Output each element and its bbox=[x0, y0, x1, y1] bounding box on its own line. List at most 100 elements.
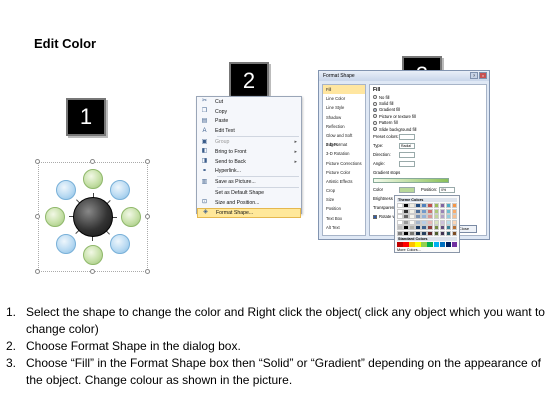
more-colors-link[interactable]: More Colors... bbox=[397, 248, 457, 252]
color-swatch[interactable] bbox=[421, 203, 427, 208]
blue-circle[interactable] bbox=[109, 233, 130, 254]
color-swatch[interactable] bbox=[397, 225, 403, 231]
color-swatch[interactable] bbox=[409, 214, 415, 220]
radio-button[interactable] bbox=[373, 101, 377, 106]
color-swatch[interactable] bbox=[427, 230, 433, 236]
menu-item-size-position[interactable]: ⊡ Size and Position... bbox=[197, 198, 301, 208]
nav-item-reflection[interactable]: Reflection bbox=[323, 122, 365, 131]
color-swatch[interactable] bbox=[451, 208, 458, 214]
color-swatch[interactable] bbox=[415, 225, 421, 231]
menu-item-send-back[interactable]: ◨ Send to Back ▸ bbox=[197, 157, 301, 167]
nav-item-fill[interactable]: Fill bbox=[323, 85, 365, 95]
color-swatch[interactable] bbox=[409, 219, 415, 225]
standard-color-swatch[interactable] bbox=[439, 241, 446, 247]
menu-item-paste[interactable]: ▤ Paste bbox=[197, 117, 301, 127]
color-swatch[interactable] bbox=[439, 230, 446, 236]
menu-item-hyperlink[interactable]: ⚭ Hyperlink... bbox=[197, 167, 301, 177]
nav-item-artistic-effects[interactable]: Artistic Effects bbox=[323, 177, 365, 186]
green-circle[interactable] bbox=[83, 169, 103, 189]
color-swatch[interactable] bbox=[451, 219, 458, 225]
menu-item-edit-text[interactable]: A Edit Text bbox=[197, 126, 301, 136]
nav-item-glow-and-soft-edges[interactable]: Glow and Soft Edges bbox=[323, 131, 365, 147]
nav-item-3-d-rotation[interactable]: 3-D Rotation bbox=[323, 149, 365, 158]
color-swatch[interactable] bbox=[427, 208, 433, 214]
resize-handle[interactable] bbox=[35, 269, 40, 274]
color-swatch[interactable] bbox=[421, 230, 427, 236]
color-swatch[interactable] bbox=[433, 225, 440, 231]
setting-dropdown[interactable] bbox=[399, 133, 415, 140]
color-swatch[interactable] bbox=[421, 214, 427, 220]
color-swatch[interactable] bbox=[397, 203, 403, 208]
color-swatch[interactable] bbox=[427, 219, 433, 225]
standard-color-swatch[interactable] bbox=[427, 241, 433, 247]
menu-item-default-shape[interactable]: Set as Default Shape bbox=[197, 188, 301, 198]
color-swatch[interactable] bbox=[433, 203, 440, 208]
color-swatch[interactable] bbox=[439, 214, 446, 220]
resize-handle[interactable] bbox=[145, 214, 150, 219]
color-swatch[interactable] bbox=[433, 219, 440, 225]
color-swatch[interactable] bbox=[397, 208, 403, 214]
radio-button[interactable] bbox=[373, 114, 377, 119]
circle-diagram[interactable] bbox=[35, 159, 150, 274]
color-swatch[interactable] bbox=[451, 230, 458, 236]
color-swatch[interactable] bbox=[445, 208, 452, 214]
nav-item-alt-text[interactable]: Alt Text bbox=[323, 223, 365, 232]
standard-color-swatch[interactable] bbox=[421, 241, 427, 247]
setting-dropdown[interactable] bbox=[399, 160, 415, 167]
color-swatch[interactable] bbox=[415, 208, 421, 214]
color-swatch[interactable] bbox=[409, 230, 415, 236]
color-swatch[interactable] bbox=[403, 230, 409, 236]
nav-item-shadow[interactable]: Shadow bbox=[323, 113, 365, 122]
green-circle[interactable] bbox=[121, 207, 141, 227]
color-swatch[interactable] bbox=[397, 219, 403, 225]
standard-color-swatch[interactable] bbox=[433, 241, 440, 247]
close-window-icon[interactable]: × bbox=[479, 72, 487, 79]
color-swatch[interactable] bbox=[415, 219, 421, 225]
position-field[interactable]: 0% bbox=[439, 186, 456, 193]
menu-item-cut[interactable]: ✂ Cut bbox=[197, 97, 301, 107]
menu-item-bring-front[interactable]: ◧ Bring to Front ▸ bbox=[197, 147, 301, 157]
color-swatch[interactable] bbox=[445, 230, 452, 236]
color-swatch[interactable] bbox=[445, 219, 452, 225]
nav-item-picture-corrections[interactable]: Picture Corrections bbox=[323, 159, 365, 168]
gradient-stops-bar[interactable] bbox=[373, 178, 449, 184]
standard-color-swatch[interactable] bbox=[403, 241, 409, 247]
standard-color-swatch[interactable] bbox=[409, 241, 415, 247]
resize-handle[interactable] bbox=[35, 159, 40, 164]
color-swatch[interactable] bbox=[409, 203, 415, 208]
color-swatch[interactable] bbox=[403, 225, 409, 231]
resize-handle[interactable] bbox=[90, 159, 95, 164]
menu-item-group[interactable]: ▣ Group ▸ bbox=[197, 137, 301, 147]
color-swatch[interactable] bbox=[427, 214, 433, 220]
color-swatch[interactable] bbox=[433, 208, 440, 214]
green-circle[interactable] bbox=[83, 245, 103, 265]
setting-dropdown[interactable] bbox=[399, 151, 415, 158]
color-swatch[interactable] bbox=[439, 203, 446, 208]
standard-color-swatch[interactable] bbox=[451, 241, 458, 247]
nav-item-position[interactable]: Position bbox=[323, 204, 365, 213]
color-swatch[interactable] bbox=[451, 214, 458, 220]
color-swatch[interactable] bbox=[445, 203, 452, 208]
standard-color-swatch[interactable] bbox=[415, 241, 421, 247]
color-swatch[interactable] bbox=[427, 225, 433, 231]
color-swatch[interactable] bbox=[421, 219, 427, 225]
nav-item-crop[interactable]: Crop bbox=[323, 186, 365, 195]
color-swatch[interactable] bbox=[403, 203, 409, 208]
color-swatch[interactable] bbox=[427, 203, 433, 208]
color-picker-button[interactable] bbox=[399, 186, 415, 193]
color-swatch[interactable] bbox=[439, 208, 446, 214]
menu-item-copy[interactable]: ❐ Copy bbox=[197, 107, 301, 117]
nav-item-text-box[interactable]: Text Box bbox=[323, 214, 365, 223]
color-swatch[interactable] bbox=[433, 214, 440, 220]
color-swatch[interactable] bbox=[403, 219, 409, 225]
color-swatch[interactable] bbox=[397, 230, 403, 236]
radio-button[interactable] bbox=[373, 95, 377, 100]
color-swatch[interactable] bbox=[415, 214, 421, 220]
green-circle[interactable] bbox=[45, 207, 65, 227]
color-swatch[interactable] bbox=[451, 225, 458, 231]
color-swatch[interactable] bbox=[415, 230, 421, 236]
color-swatch[interactable] bbox=[439, 225, 446, 231]
color-swatch[interactable] bbox=[433, 230, 440, 236]
radio-button[interactable] bbox=[373, 107, 377, 112]
standard-color-swatch[interactable] bbox=[445, 241, 452, 247]
